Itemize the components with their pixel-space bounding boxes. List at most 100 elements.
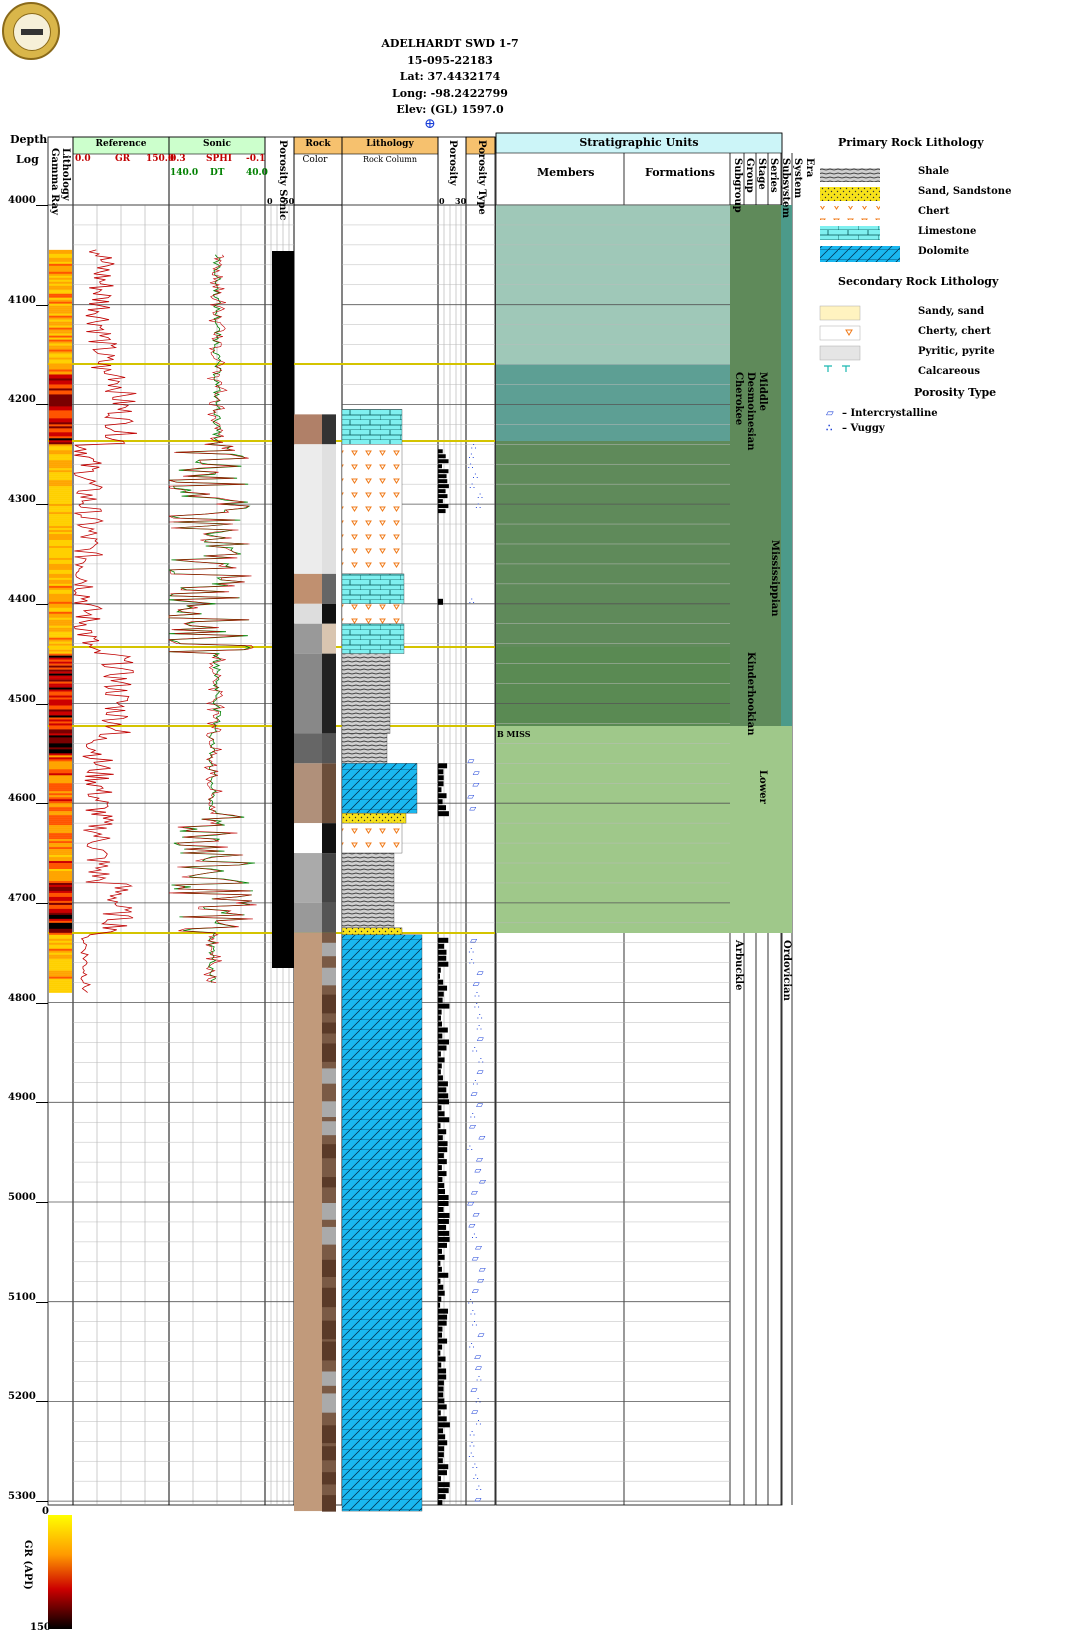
gr-color-band (49, 414, 72, 417)
gamma-ray-track-label: Gamma Ray (49, 148, 60, 215)
stage-label: Stage (756, 158, 767, 190)
depth-label: Depth (10, 133, 48, 146)
gr-color-band (49, 462, 72, 465)
gr-color-band (49, 934, 72, 938)
gr-color-band (49, 679, 72, 682)
rock-color-block (322, 1101, 336, 1118)
gr-color-band (49, 859, 72, 862)
gr-color-band (49, 683, 72, 686)
gr-color-band (49, 841, 72, 844)
intercrystalline-symbol: ∴ (476, 1484, 482, 1494)
depth-tick-label: 5300 (8, 1491, 36, 1503)
gr-color-band (49, 492, 72, 495)
gr-color-band (49, 757, 72, 760)
rock-color-block (322, 1144, 336, 1159)
gr-color-band (49, 486, 72, 489)
porosity-bar (438, 1081, 448, 1087)
gr-color-band (49, 311, 72, 314)
gr-color-band (49, 930, 72, 934)
gr-color-band (49, 440, 72, 443)
gr-color-band (49, 520, 72, 523)
gr-color-band (49, 667, 72, 670)
strat-middle: Middle (757, 372, 768, 412)
rock-color-block (322, 1022, 336, 1034)
dt-max: 40.0 (246, 168, 268, 178)
porosity-bar (438, 1236, 450, 1242)
gr-color-band (49, 705, 72, 708)
limestone-swatch (820, 226, 880, 240)
intercrystalline-symbol: ∴ (472, 1232, 478, 1242)
intercrystalline-symbol: ▱ (476, 1100, 483, 1110)
gr-color-band (49, 257, 72, 261)
gr-color-band (49, 367, 72, 370)
porosity-bar (438, 1183, 445, 1189)
gr-color-band (49, 567, 72, 571)
gr-color-band (49, 938, 72, 941)
legend-calcareous: Calcareous (918, 366, 981, 377)
gr-color-band (49, 765, 72, 768)
gr-color-band (49, 607, 72, 610)
porosity-bar (438, 1476, 441, 1482)
gr-color-band (49, 986, 72, 989)
strat-lower: Lower (757, 770, 768, 804)
depth-tick-label: 4600 (8, 793, 36, 805)
rock-color-block (322, 623, 336, 654)
gr-color-band (49, 882, 72, 886)
depth-tick (36, 1401, 48, 1403)
porosity-bar (438, 1296, 442, 1302)
rock-color-block (322, 573, 336, 604)
gr-color-band (49, 677, 72, 680)
gr-color-band (49, 825, 72, 828)
gr-color-band (49, 565, 72, 569)
gr-color-band (49, 508, 72, 511)
gr-color-band (49, 847, 72, 850)
porosity-bar (438, 1242, 447, 1248)
porosity-bar (438, 1482, 450, 1488)
gr-color-band (49, 534, 72, 537)
gr-color-band (49, 613, 72, 616)
porosity-bar (438, 1458, 443, 1464)
gr-color-band (49, 299, 72, 302)
gr-color-band (49, 966, 72, 969)
gr-color-band (49, 430, 72, 433)
gr-color-band (49, 281, 72, 284)
sphi-label: SPHI (206, 154, 232, 164)
gr-scale-min: 0 (42, 1506, 49, 1517)
gr-color-band (49, 380, 72, 383)
gr-color-band (49, 721, 72, 724)
porosity-bar (438, 1201, 449, 1207)
gr-color-band (49, 528, 72, 531)
gr-color-band (49, 711, 72, 714)
gr-color-band (49, 990, 72, 993)
rock-color-block (322, 1341, 336, 1361)
intercrystalline-symbol: ∴ (468, 1298, 474, 1308)
porosity-bar (438, 979, 444, 985)
primary-legend-title: Primary Rock Lithology (838, 136, 984, 149)
rock-color-block (294, 932, 322, 1512)
depth-tick-label: 5200 (8, 1391, 36, 1403)
rock-color-block (322, 1202, 336, 1220)
gr-color-band (49, 729, 72, 732)
gr-color-band (49, 583, 72, 587)
depth-tick (36, 803, 48, 805)
subgroup-label: Subgroup (732, 158, 743, 213)
porosity-bar (438, 1254, 445, 1260)
gr-color-band (49, 557, 72, 561)
gr-color-band (49, 468, 72, 471)
porosity-bar (438, 1212, 450, 1218)
legend-dolomite: Dolomite (918, 246, 970, 257)
gr-color-band (49, 928, 72, 932)
gr-color-band (49, 753, 72, 756)
depth-tick-label: 4400 (8, 593, 36, 605)
gr-color-band (49, 701, 72, 704)
intercrystalline-symbol: ∴ (470, 1309, 476, 1319)
gr-color-band (49, 916, 72, 920)
gr-color-band (49, 464, 72, 467)
gr-color-band (49, 285, 72, 288)
lithology-block (341, 653, 391, 734)
gr-color-band (49, 831, 72, 834)
gr-color-band (49, 920, 72, 924)
intercrystalline-symbol: ∴ (469, 1342, 475, 1352)
rock-color-block (294, 603, 322, 624)
legend-shale: Shale (918, 166, 950, 177)
